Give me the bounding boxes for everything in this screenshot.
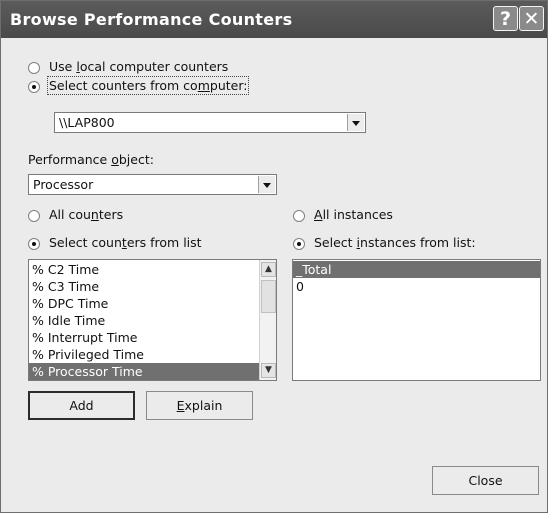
select-instances-radio[interactable]: [293, 238, 305, 250]
select-computer-label[interactable]: Select counters from computer:: [46, 76, 250, 95]
performance-object-label: Performance object:: [28, 152, 154, 167]
scroll-up-icon[interactable]: ▲: [261, 262, 276, 277]
select-counters-label[interactable]: Select counters from list: [49, 235, 202, 250]
counters-scrollbar[interactable]: ▲ ▼: [259, 260, 276, 380]
local-computer-label[interactable]: Use local computer counters: [49, 59, 228, 74]
list-item[interactable]: % C3 Time: [29, 278, 276, 295]
list-item[interactable]: 0: [293, 278, 540, 295]
close-button[interactable]: Close: [432, 466, 539, 495]
computer-value: \\LAP800: [59, 115, 115, 130]
question-mark-icon: ?: [499, 8, 512, 30]
select-counters-radio[interactable]: [28, 238, 40, 250]
local-computer-radio[interactable]: [28, 62, 40, 74]
list-item[interactable]: % Idle Time: [29, 312, 276, 329]
scroll-down-icon[interactable]: ▼: [261, 363, 276, 378]
all-counters-radio[interactable]: [28, 210, 40, 222]
list-item[interactable]: % C2 Time: [29, 261, 276, 278]
counters-listbox[interactable]: % C2 Time % C3 Time % DPC Time % Idle Ti…: [28, 259, 277, 381]
list-item[interactable]: % Interrupt Time: [29, 329, 276, 346]
select-instances-label[interactable]: Select instances from list:: [314, 235, 476, 250]
chevron-down-icon[interactable]: [258, 176, 275, 193]
all-instances-radio[interactable]: [293, 210, 305, 222]
explain-button[interactable]: Explain: [146, 391, 253, 420]
all-counters-label[interactable]: All counters: [49, 207, 123, 222]
title-bar[interactable]: Browse Performance Counters ? ✕: [1, 1, 547, 38]
list-item[interactable]: % DPC Time: [29, 295, 276, 312]
help-button[interactable]: ?: [493, 6, 518, 31]
performance-object-combobox[interactable]: Processor: [28, 174, 277, 195]
instances-listbox[interactable]: _Total 0: [292, 259, 541, 381]
chevron-down-icon[interactable]: [347, 114, 364, 131]
all-instances-label[interactable]: All instances: [314, 207, 393, 222]
scroll-thumb[interactable]: [261, 280, 276, 313]
close-window-button[interactable]: ✕: [519, 6, 544, 31]
browse-performance-counters-dialog: Browse Performance Counters ? ✕ Use loca…: [0, 0, 548, 513]
dialog-title: Browse Performance Counters: [10, 10, 293, 29]
list-item-selected[interactable]: % Processor Time: [29, 363, 276, 380]
select-computer-radio[interactable]: [28, 81, 40, 93]
list-item-selected[interactable]: _Total: [293, 261, 540, 278]
list-item[interactable]: % Privileged Time: [29, 346, 276, 363]
add-button[interactable]: Add: [28, 391, 135, 420]
performance-object-value: Processor: [33, 177, 94, 192]
close-x-icon: ✕: [523, 8, 540, 30]
computer-combobox[interactable]: \\LAP800: [54, 112, 366, 133]
